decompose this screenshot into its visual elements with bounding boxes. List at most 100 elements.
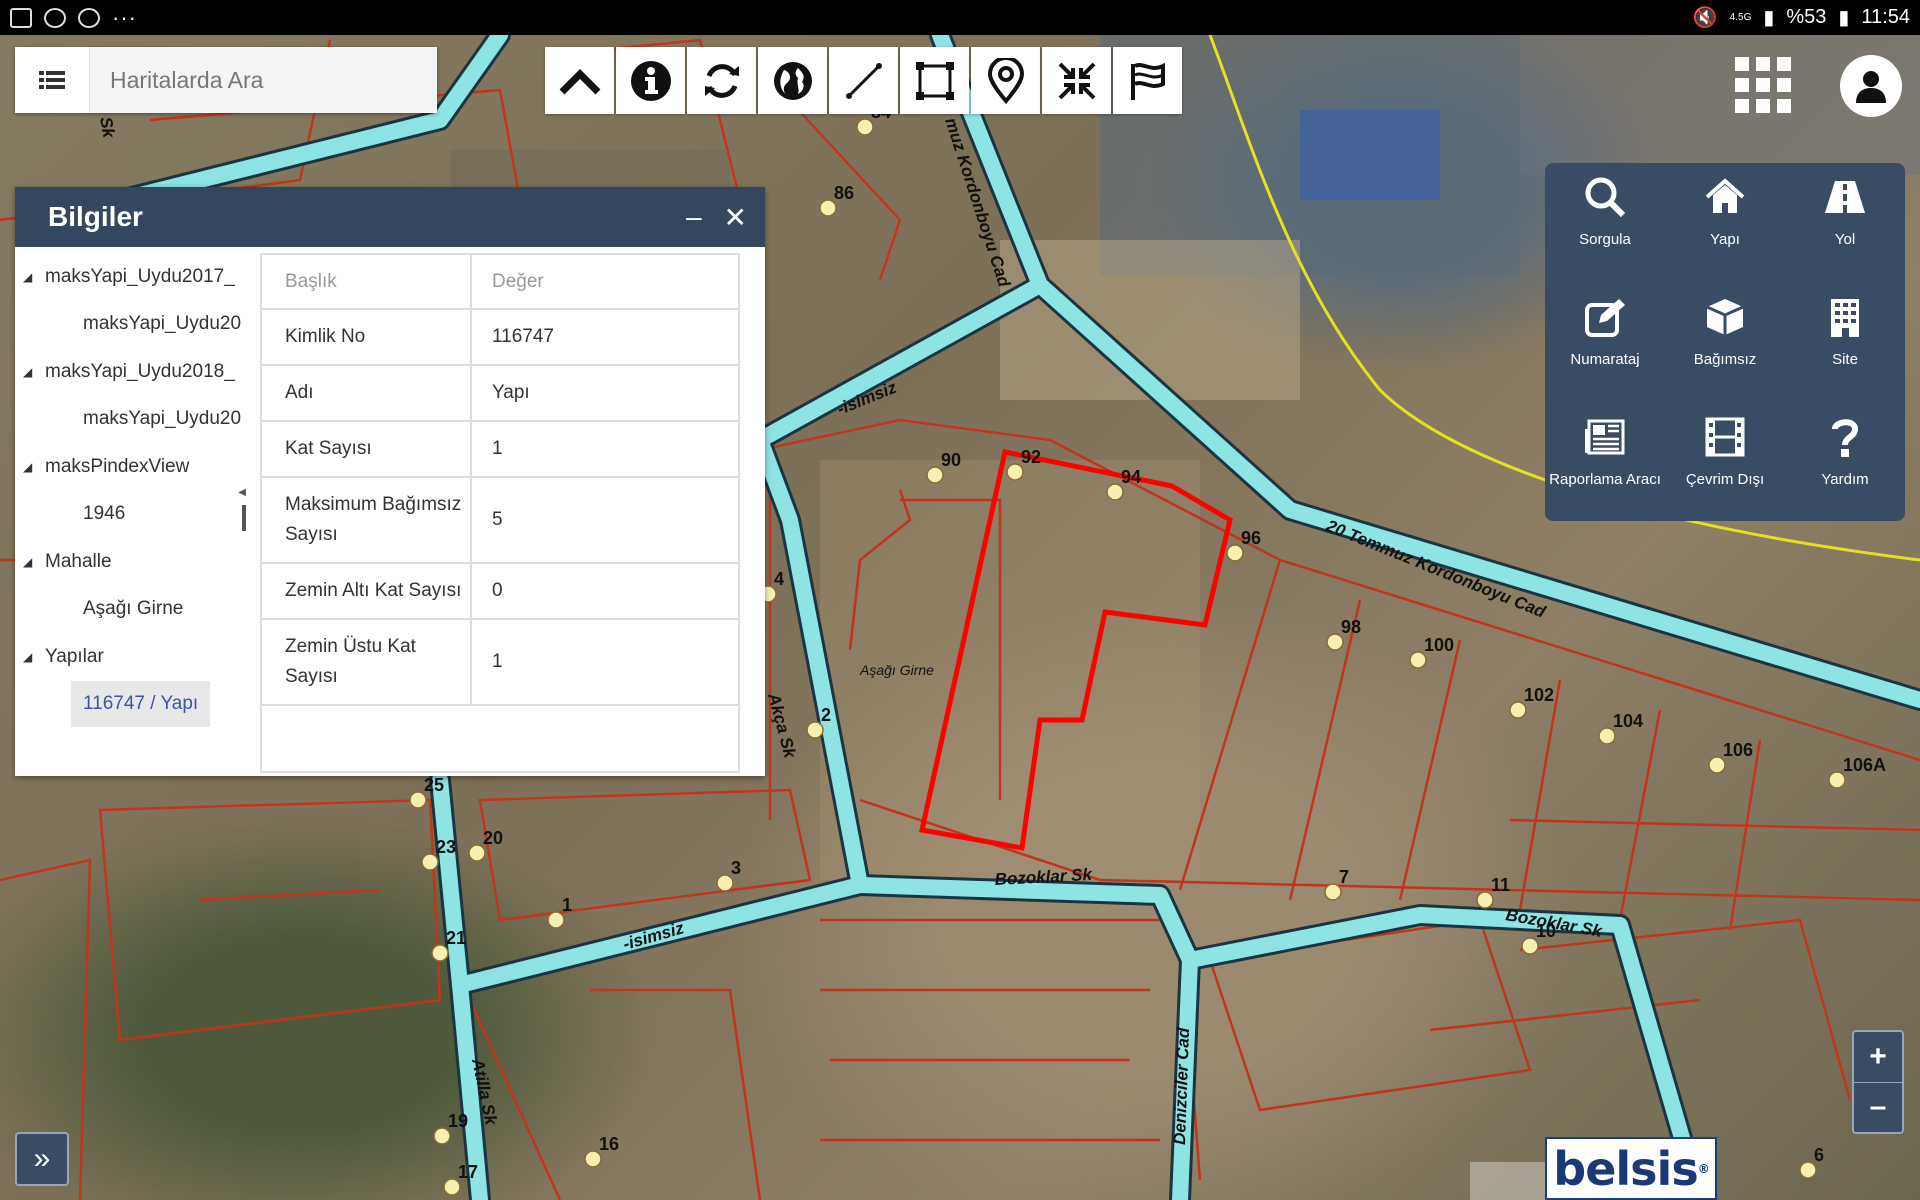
door-number-label: 92 — [1021, 447, 1041, 467]
door-number-label: 2 — [821, 705, 831, 725]
table-row: Kat Sayısı 1 — [262, 421, 738, 478]
tree-node[interactable]: ◢ maksYapi_Uydu2018_ — [15, 348, 250, 396]
newspaper-icon — [1585, 419, 1625, 455]
app-label: Sorgula — [1579, 231, 1631, 248]
zoom-out-button[interactable]: – — [1854, 1083, 1902, 1133]
app-label: Raporlama Aracı — [1549, 471, 1661, 488]
street-label: -isimsiz — [621, 918, 687, 954]
tree-toggle-icon[interactable]: ◢ — [15, 650, 45, 664]
chevron-up-icon — [559, 68, 600, 94]
tree-node[interactable]: ◢ Mahalle — [15, 538, 250, 586]
app-sorgula[interactable]: Sorgula — [1545, 165, 1665, 285]
info-panel-header[interactable]: Bilgiler – ✕ — [15, 187, 765, 247]
more-icon: ··· — [112, 4, 137, 30]
tree-node[interactable]: ◢ maksPindexView — [15, 443, 250, 491]
scroll-up-icon[interactable]: ◀ — [238, 487, 246, 498]
attribute-key: Zemin Altı Kat Sayısı — [262, 563, 472, 620]
app-raporlama[interactable]: Raporlama Aracı — [1545, 405, 1665, 525]
door-number-label: 25 — [424, 775, 444, 795]
measure-tool-button[interactable] — [829, 47, 898, 114]
app-yardim[interactable]: Yardım — [1785, 405, 1905, 525]
map-toolbar — [545, 47, 1182, 114]
door-number-label: 104 — [1613, 711, 1643, 731]
attribute-key: Adı — [262, 365, 472, 422]
tree-leaf-selected[interactable]: 116747 / Yapı — [15, 681, 250, 729]
door-number-label: 90 — [941, 450, 961, 470]
tree-toggle-icon[interactable]: ◢ — [15, 270, 45, 284]
film-icon — [1705, 417, 1745, 457]
select-area-tool-button[interactable] — [900, 47, 969, 114]
belsis-logo: belsis ® — [1545, 1137, 1717, 1200]
refresh-icon — [704, 63, 739, 98]
tree-toggle-icon[interactable]: ◢ — [15, 555, 45, 569]
door-number-label: 7 — [1339, 867, 1349, 887]
door-number-label: 19 — [448, 1111, 468, 1131]
tree-leaf[interactable]: Aşağı Girne — [15, 586, 250, 634]
app-yol[interactable]: Yol — [1785, 165, 1905, 285]
search-input[interactable] — [90, 47, 437, 113]
info-panel: Bilgiler – ✕ ◢ maksYapi_Uydu2017_ maksYap… — [15, 187, 765, 776]
basemap-tool-button[interactable] — [758, 47, 827, 114]
door-number-label: 102 — [1524, 685, 1554, 705]
attribute-value: 1 — [471, 619, 738, 706]
tree-node[interactable]: ◢ Yapılar — [15, 633, 250, 681]
compress-tool-button[interactable] — [1042, 47, 1111, 114]
door-number-label: 6 — [1814, 1145, 1824, 1165]
location-tool-button[interactable] — [971, 47, 1040, 114]
user-avatar-button[interactable] — [1840, 55, 1902, 117]
image-icon — [10, 7, 32, 28]
table-row: Adı Yapı — [262, 365, 738, 422]
tree-leaf[interactable]: maksYapi_Uydu20 — [15, 301, 250, 349]
attribute-key: Kimlik No — [262, 309, 472, 366]
tree-toggle-icon[interactable]: ◢ — [15, 365, 45, 379]
battery-icon: ▮ — [1838, 7, 1850, 29]
app-label: Yapı — [1710, 231, 1740, 248]
street-label: Sk — [96, 115, 119, 140]
tree-leaf[interactable]: 1946 — [15, 491, 250, 539]
attribute-table-container[interactable]: Başlık Değer Kimlik No 116747 Adı Yapı Kat… — [260, 253, 740, 773]
close-button[interactable]: ✕ — [724, 201, 747, 234]
info-tool-button[interactable] — [616, 47, 685, 114]
app-yapi[interactable]: Yapı — [1665, 165, 1785, 285]
attribute-key: Maksimum Bağımsız Sayısı — [262, 477, 472, 564]
refresh-tool-button[interactable] — [687, 47, 756, 114]
tree-toggle-icon[interactable]: ◢ — [15, 460, 45, 474]
attribute-table: Başlık Değer Kimlik No 116747 Adı Yapı Kat… — [262, 255, 738, 706]
table-row: Zemin Altı Kat Sayısı 0 — [262, 563, 738, 620]
battery-level: %53 — [1786, 6, 1827, 28]
door-number-label: 98 — [1341, 617, 1361, 637]
signal-icon: ▮ — [1763, 7, 1775, 29]
app-cevrim-disi[interactable]: Çevrim Dışı — [1665, 405, 1785, 525]
tree-leaf[interactable]: maksYapi_Uydu20 — [15, 396, 250, 444]
flag-icon — [1130, 62, 1165, 100]
sync-icon — [78, 7, 100, 28]
clock: 11:54 — [1861, 6, 1910, 28]
attribute-value: 0 — [471, 563, 738, 620]
attribute-value: 5 — [471, 477, 738, 564]
app-label: Yol — [1834, 231, 1856, 248]
zoom-in-button[interactable]: + — [1854, 1032, 1902, 1083]
flag-tool-button[interactable] — [1113, 47, 1182, 114]
measure-line-icon — [845, 62, 882, 99]
app-label: Çevrim Dışı — [1685, 471, 1765, 488]
status-bar: ··· 🔇 4.5G ▮ %53 ▮ 11:54 — [0, 0, 1920, 35]
door-number-label: 3 — [731, 858, 741, 878]
layer-menu-button[interactable] — [15, 47, 90, 113]
cube-icon — [1706, 299, 1744, 335]
door-number-label: 106A — [1843, 755, 1886, 775]
app-site[interactable]: Site — [1785, 285, 1905, 405]
search-icon — [1585, 177, 1626, 218]
layer-tree: ◢ maksYapi_Uydu2017_ maksYapi_Uydu20 ◢ mak… — [15, 247, 250, 776]
app-bagimsiz[interactable]: Bağımsız — [1665, 285, 1785, 405]
tree-scrollbar[interactable] — [242, 505, 246, 531]
collapse-toolbar-button[interactable] — [545, 47, 614, 114]
globe-icon — [773, 61, 812, 100]
table-row: Kimlik No 116747 — [262, 309, 738, 366]
minimize-button[interactable]: – — [686, 201, 702, 234]
network-type: 4.5G — [1729, 12, 1752, 23]
apps-grid-button[interactable] — [1735, 57, 1791, 113]
app-label: Bağımsız — [1693, 351, 1757, 368]
tree-node[interactable]: ◢ maksYapi_Uydu2017_ — [15, 253, 250, 301]
expand-sidebar-button[interactable]: » — [15, 1132, 69, 1186]
app-numarataj[interactable]: Numarataj — [1545, 285, 1665, 405]
